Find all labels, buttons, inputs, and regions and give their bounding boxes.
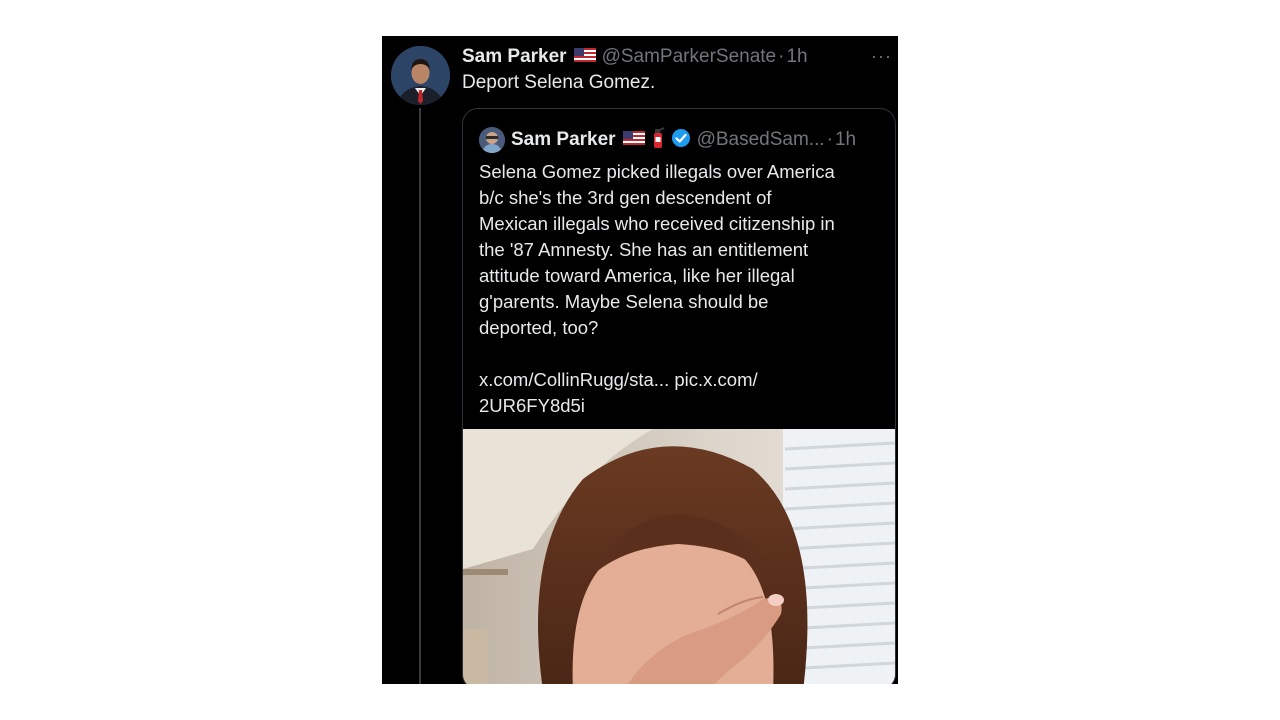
quoted-text-line: g'parents. Maybe Selena should be <box>479 291 769 312</box>
quoted-tweet-link[interactable]: x.com/CollinRugg/sta... pic.x.com/ <box>479 367 879 393</box>
quoted-tweet-photo[interactable] <box>463 429 895 684</box>
separator-dot: · <box>778 46 785 67</box>
author-name[interactable]: Sam Parker <box>462 46 567 68</box>
quoted-author-name[interactable]: Sam Parker <box>511 129 616 151</box>
author-avatar[interactable] <box>391 46 450 105</box>
thread-connector-line <box>419 108 421 684</box>
fire-extinguisher-icon <box>651 126 665 154</box>
author-handle[interactable]: @SamParkerSenate <box>602 46 777 68</box>
quoted-tweet[interactable]: Sam Parker @BasedSam... · 1h Selena Gome… <box>462 108 896 684</box>
quoted-author-handle[interactable]: @BasedSam... <box>697 129 825 151</box>
quoted-text-line: b/c she's the 3rd gen descendent of <box>479 187 772 208</box>
tweet-timestamp[interactable]: 1h <box>786 46 807 68</box>
quoted-text-line: deported, too? <box>479 317 599 338</box>
quoted-text-line: attitude toward America, like her illega… <box>479 265 795 286</box>
quoted-author-avatar[interactable] <box>479 127 505 153</box>
us-flag-icon <box>622 130 645 150</box>
quoted-tweet-header: Sam Parker @BasedSam... · 1h <box>479 125 856 155</box>
quoted-tweet-timestamp[interactable]: 1h <box>835 129 856 151</box>
tweet-card[interactable]: Sam Parker @SamParkerSenate · 1h ··· Dep… <box>382 36 898 684</box>
quoted-text-line: Mexican illegals who received citizenshi… <box>479 213 835 234</box>
quoted-text-line: the '87 Amnesty. She has an entitlement <box>479 239 809 260</box>
separator-dot: · <box>826 129 833 150</box>
more-options-icon[interactable]: ··· <box>871 46 892 67</box>
us-flag-icon <box>573 47 596 67</box>
quoted-tweet-link[interactable]: 2UR6FY8d5i <box>479 393 879 419</box>
verified-badge-icon <box>671 128 691 153</box>
quoted-text-line: Selena Gomez picked illegals over Americ… <box>479 161 835 182</box>
tweet-header: Sam Parker @SamParkerSenate · 1h <box>462 44 890 70</box>
quoted-tweet-text: Selena Gomez picked illegals over Americ… <box>479 159 879 419</box>
tweet-text: Deport Selena Gomez. <box>462 72 656 93</box>
